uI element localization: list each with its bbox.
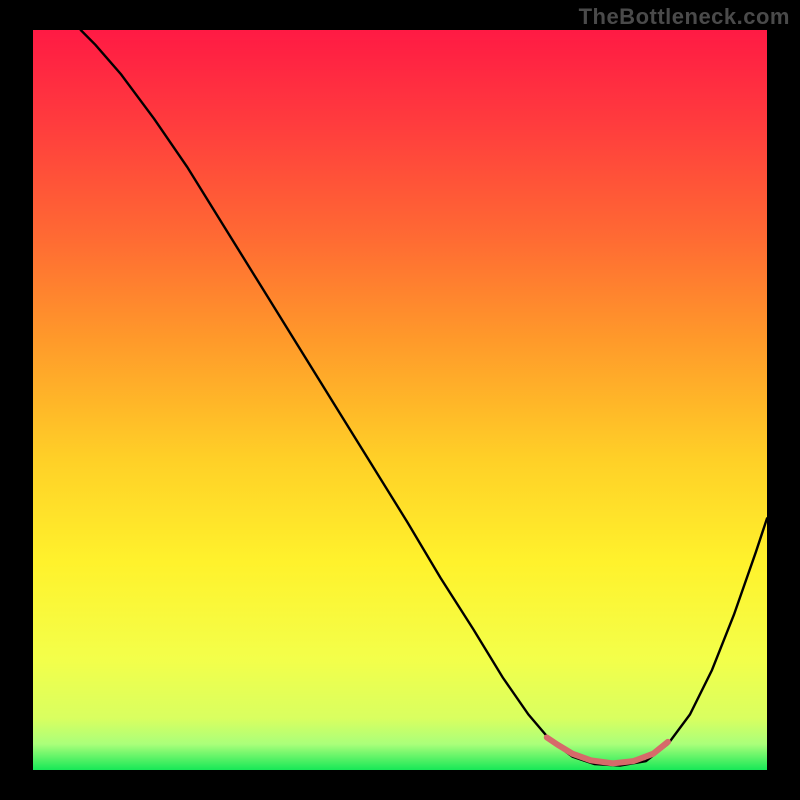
plot-area (0, 0, 800, 800)
gradient-background (33, 30, 767, 770)
chart-svg (0, 0, 800, 800)
watermark-text: TheBottleneck.com (579, 4, 790, 30)
chart-frame: TheBottleneck.com (0, 0, 800, 800)
